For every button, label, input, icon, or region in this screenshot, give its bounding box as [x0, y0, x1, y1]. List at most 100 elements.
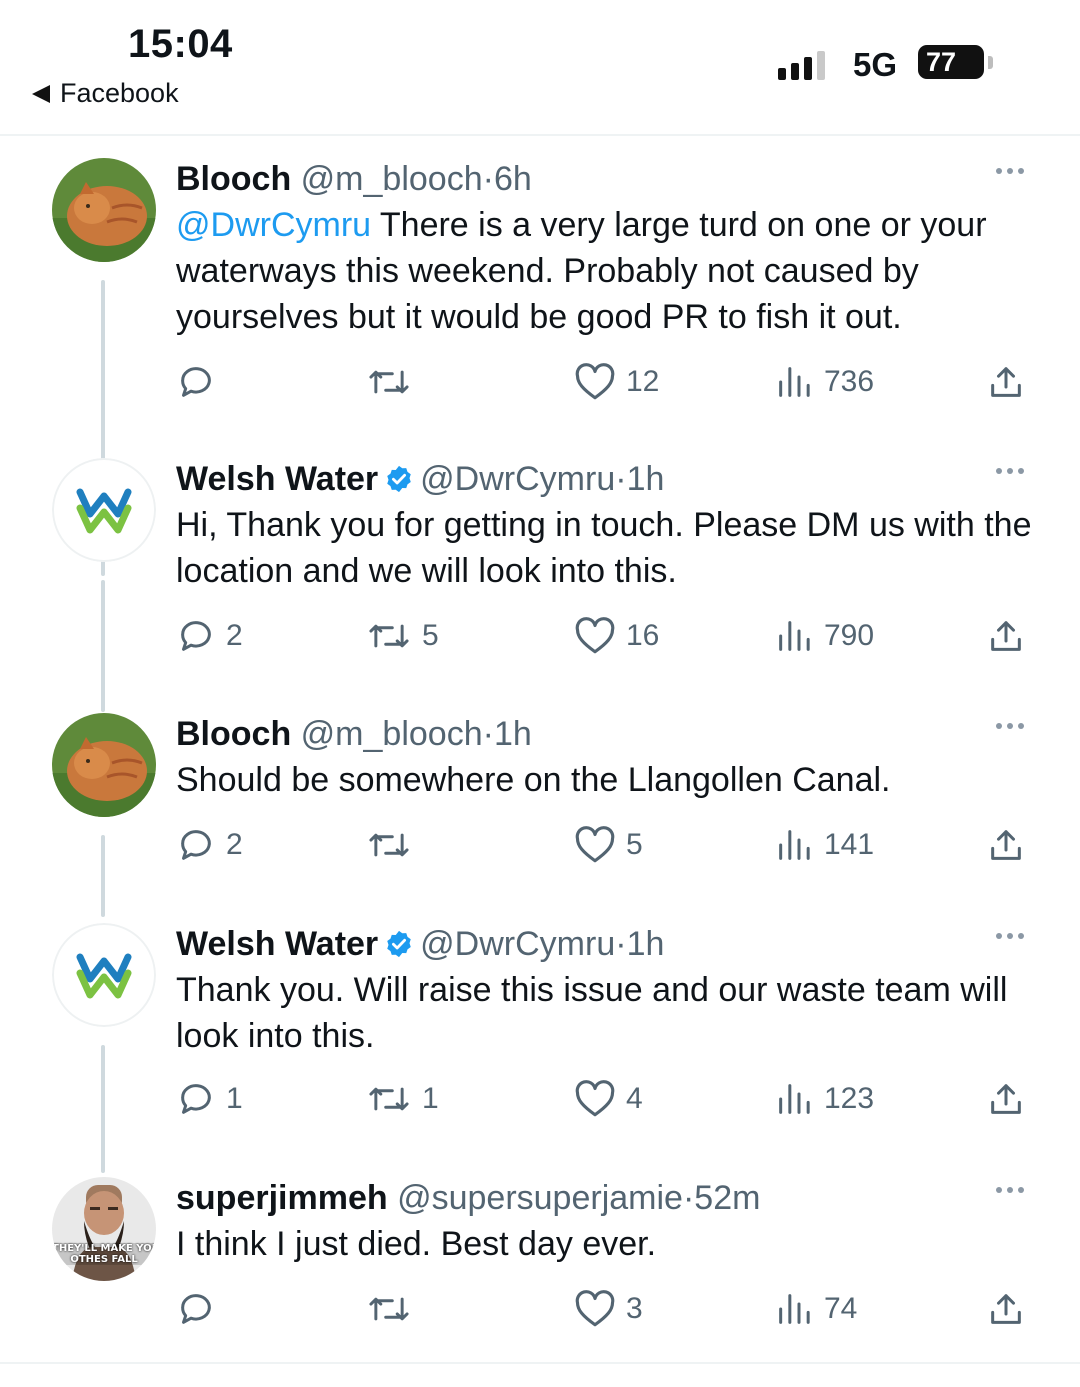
views-icon	[779, 1084, 810, 1114]
reply-button[interactable]: 2	[176, 825, 243, 865]
more-options-icon[interactable]	[996, 933, 1024, 939]
author-name[interactable]: Blooch	[176, 715, 291, 753]
battery-icon: 77	[918, 45, 984, 79]
like-button[interactable]: 16	[574, 616, 659, 656]
reply-icon	[181, 1294, 211, 1324]
retweet-button[interactable]	[366, 362, 422, 402]
reply-button[interactable]: 2	[176, 616, 243, 656]
reply-count: 2	[226, 619, 243, 652]
back-arrow-icon	[32, 84, 50, 103]
tweet-text: Thank you. Will raise this issue and our…	[176, 971, 1008, 1055]
divider	[0, 1362, 1080, 1364]
cat-avatar[interactable]	[52, 713, 156, 817]
network-type: 5G	[853, 46, 898, 83]
battery-level: 77	[926, 46, 957, 77]
tweet-header: Blooch @m_blooch·6h	[176, 158, 1036, 200]
tweet-actions: 12 736	[176, 362, 1036, 402]
share-button[interactable]	[986, 362, 1026, 402]
more-options-icon[interactable]	[996, 1187, 1024, 1193]
tweet-time[interactable]: 1h	[627, 925, 665, 963]
tweet-body: Welsh Water @DwrCymru·1h Thank you. Will …	[176, 923, 1036, 1059]
like-button[interactable]: 3	[574, 1289, 643, 1329]
retweet-button[interactable]: 5	[366, 616, 439, 656]
separator: ·	[482, 160, 494, 198]
author-name[interactable]: superjimmeh	[176, 1179, 388, 1217]
bearded-man-avatar[interactable]: THEY'LL MAKE YOU OTHES FALL	[52, 1177, 156, 1281]
status-bar: 15:04 Facebook 5G 77	[0, 0, 1080, 134]
view-count: 790	[824, 619, 875, 652]
share-button[interactable]	[986, 825, 1026, 865]
more-options-icon[interactable]	[996, 468, 1024, 474]
retweet-button[interactable]: 1	[366, 1079, 439, 1119]
like-button[interactable]: 5	[574, 825, 643, 865]
more-options-icon[interactable]	[996, 723, 1024, 729]
author-handle[interactable]: @m_blooch	[301, 715, 483, 753]
separator: ·	[682, 1179, 695, 1217]
reply-count: 2	[226, 828, 243, 861]
retweet-icon	[369, 1297, 409, 1321]
heart-icon	[575, 1290, 615, 1327]
tweet-time[interactable]: 1h	[627, 460, 665, 498]
author-name[interactable]: Blooch	[176, 160, 291, 198]
author-handle[interactable]: @supersuperjamie	[397, 1179, 683, 1217]
reply-button[interactable]: 1	[176, 1079, 243, 1119]
retweet-count: 1	[422, 1082, 439, 1115]
views-button[interactable]: 790	[774, 616, 874, 656]
views-button[interactable]: 123	[774, 1079, 874, 1119]
view-count: 141	[824, 828, 875, 861]
tweet-text: Hi, Thank you for getting in touch. Plea…	[176, 506, 1032, 590]
share-button[interactable]	[986, 616, 1026, 656]
thread-line	[101, 835, 105, 917]
mention-link[interactable]: @DwrCymru	[176, 206, 371, 244]
status-time: 15:04	[128, 22, 233, 66]
welsh-water-logo[interactable]	[52, 458, 156, 562]
author-name[interactable]: Welsh Water	[176, 460, 378, 498]
retweet-icon	[369, 1087, 409, 1111]
tweet-header: superjimmeh @supersuperjamie·52m	[176, 1177, 1036, 1219]
tweet-time[interactable]: 1h	[494, 715, 532, 753]
tweet-actions: 2 5 16 790	[176, 616, 1036, 656]
cat-avatar[interactable]	[52, 158, 156, 262]
reply-icon	[181, 621, 211, 651]
cellular-signal-icon	[778, 50, 825, 80]
like-count: 12	[626, 365, 660, 398]
heart-icon	[575, 363, 615, 400]
share-button[interactable]	[986, 1289, 1026, 1329]
view-count: 736	[824, 365, 875, 398]
tweet-actions: 2 5 141	[176, 825, 1036, 865]
author-handle[interactable]: @DwrCymru	[420, 460, 615, 498]
author-handle[interactable]: @m_blooch	[301, 160, 483, 198]
welsh-water-logo[interactable]	[52, 923, 156, 1027]
reply-icon	[181, 830, 211, 860]
like-button[interactable]: 12	[574, 362, 659, 402]
tweet-actions: 3 74	[176, 1289, 1036, 1329]
views-button[interactable]: 74	[774, 1289, 857, 1329]
share-button[interactable]	[986, 1079, 1026, 1119]
retweet-button[interactable]	[366, 1289, 422, 1329]
reply-button[interactable]	[176, 362, 226, 402]
tweet-header: Blooch @m_blooch·1h	[176, 713, 1036, 755]
like-button[interactable]: 4	[574, 1079, 643, 1119]
tweet-header: Welsh Water @DwrCymru·1h	[176, 458, 1036, 500]
views-button[interactable]: 141	[774, 825, 874, 865]
tweet-time[interactable]: 52m	[694, 1179, 760, 1217]
retweet-button[interactable]	[366, 825, 422, 865]
reply-icon	[181, 1084, 211, 1114]
tweet-body: Welsh Water @DwrCymru·1h Hi, Thank you fo…	[176, 458, 1036, 594]
reply-button[interactable]	[176, 1289, 226, 1329]
like-count: 3	[626, 1292, 643, 1325]
back-app-label: Facebook	[60, 78, 179, 108]
tweet-actions: 1 1 4 123	[176, 1079, 1036, 1119]
separator: ·	[482, 715, 494, 753]
author-handle[interactable]: @DwrCymru	[420, 925, 615, 963]
author-name[interactable]: Welsh Water	[176, 925, 378, 963]
separator: ·	[615, 460, 627, 498]
views-button[interactable]: 736	[774, 362, 874, 402]
tweet-time[interactable]: 6h	[494, 160, 532, 198]
tweet-header: Welsh Water @DwrCymru·1h	[176, 923, 1036, 965]
thread-line	[101, 1045, 105, 1173]
back-to-app-button[interactable]: Facebook	[32, 78, 179, 109]
more-options-icon[interactable]	[996, 168, 1024, 174]
share-icon	[991, 367, 1021, 397]
reply-icon	[181, 367, 211, 397]
